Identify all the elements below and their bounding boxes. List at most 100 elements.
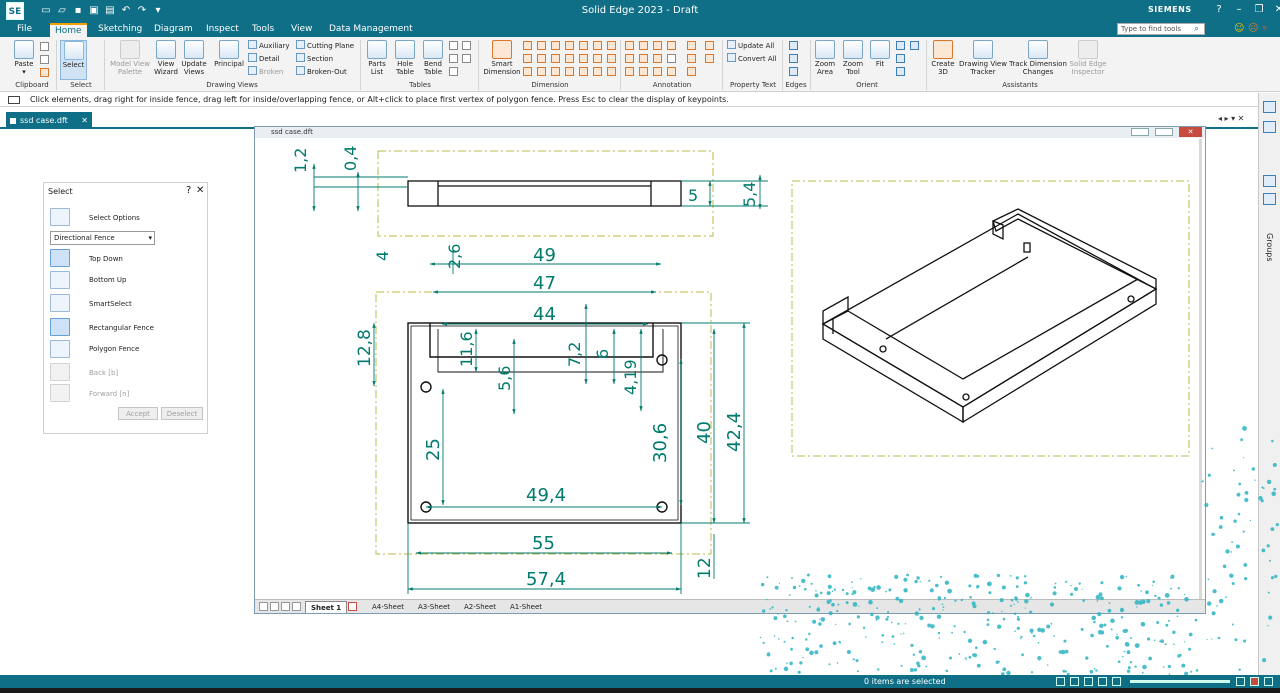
dimension-value[interactable]: 5	[688, 186, 698, 205]
back-label[interactable]: Back [b]	[89, 369, 118, 377]
table-icon[interactable]	[449, 67, 458, 76]
model-view-palette-button[interactable]: Model View Palette	[108, 40, 152, 76]
zoom-tool-button[interactable]: Zoom Tool	[840, 40, 866, 76]
dimension-tool-icon[interactable]	[565, 41, 574, 50]
dimension-value[interactable]: 11,6	[457, 331, 476, 367]
pane-icon[interactable]	[1263, 175, 1276, 187]
sheet-tab-sheet1[interactable]: Sheet 1	[305, 601, 348, 613]
solid-edge-inspector-button[interactable]: Solid Edge Inspector	[1066, 40, 1110, 76]
dimension-tool-icon[interactable]	[593, 54, 602, 63]
search-icon[interactable]: ⌕	[1194, 24, 1199, 34]
annotation-tool-icon[interactable]	[653, 41, 662, 50]
tab-data-management[interactable]: Data Management	[324, 23, 418, 37]
dimension-value[interactable]: 7,2	[565, 342, 584, 367]
annotation-tool-icon[interactable]	[639, 67, 648, 76]
paste-button[interactable]: Paste ▾	[10, 40, 38, 76]
broken-out-button[interactable]: Broken-Out	[296, 66, 347, 78]
sheet-tab-a2[interactable]: A2-Sheet	[459, 601, 501, 613]
dimension-tool-icon[interactable]	[593, 67, 602, 76]
dimension-value[interactable]: 25	[423, 438, 444, 461]
dimension-value[interactable]: 0,4	[341, 146, 360, 171]
pane-icon[interactable]	[1263, 193, 1276, 205]
dimension-tool-icon[interactable]	[579, 67, 588, 76]
table-icon[interactable]	[449, 41, 458, 50]
format-painter-icon[interactable]	[40, 68, 49, 77]
create-3d-button[interactable]: Create 3D	[929, 40, 957, 76]
annotation-tool-icon[interactable]	[625, 41, 634, 50]
annotation-tool-icon[interactable]	[687, 54, 696, 63]
dimension-value[interactable]: 5,6	[495, 366, 514, 391]
annotation-tool-icon[interactable]	[705, 54, 714, 63]
minimize-button[interactable]: –	[1232, 3, 1246, 17]
dimension-value[interactable]: 49,4	[526, 485, 566, 506]
zoom-icon[interactable]	[1070, 677, 1079, 686]
dimension-tool-icon[interactable]	[523, 41, 532, 50]
annotation-tool-icon[interactable]	[639, 41, 648, 50]
rectangular-fence-icon[interactable]	[50, 318, 70, 336]
ribbon-options-icon[interactable]: ▾	[1262, 23, 1267, 34]
doc-restore-button[interactable]	[1155, 128, 1173, 136]
sheet-view-icon[interactable]	[896, 67, 905, 76]
maximize-button[interactable]: ❐	[1252, 3, 1266, 17]
section-view-button[interactable]: Section	[296, 53, 333, 65]
doc-close-button[interactable]: ✕	[1179, 127, 1202, 137]
dimension-value[interactable]: 4,19	[621, 359, 640, 395]
track-dimension-changes-button[interactable]: Track Dimension Changes	[1009, 40, 1067, 76]
dimension-value[interactable]: 49	[533, 245, 556, 266]
tab-tools[interactable]: Tools	[247, 23, 279, 37]
polygon-fence-label[interactable]: Polygon Fence	[89, 345, 139, 353]
principal-view-button[interactable]: Principal	[212, 40, 246, 68]
dimension-tool-icon[interactable]	[537, 41, 546, 50]
isometric-view-geometry[interactable]	[821, 208, 1158, 424]
groups-tab[interactable]: Groups	[1265, 233, 1274, 262]
fit-icon[interactable]	[1084, 677, 1093, 686]
table-icon[interactable]	[462, 41, 471, 50]
bottom-up-label[interactable]: Bottom Up	[89, 276, 126, 284]
annotation-tool-icon[interactable]	[667, 67, 676, 76]
pan-icon[interactable]	[896, 41, 905, 50]
sheet-tab-a1[interactable]: A1-Sheet	[505, 601, 547, 613]
annotation-tool-icon[interactable]	[625, 54, 634, 63]
sheet-tab-a4[interactable]: A4-Sheet	[367, 601, 409, 613]
pane-icon[interactable]	[1263, 121, 1276, 133]
select-options-icon[interactable]	[50, 208, 70, 226]
new-sheet-icon[interactable]	[348, 602, 357, 611]
dimension-tool-icon[interactable]	[579, 54, 588, 63]
previous-sheet-button[interactable]	[270, 602, 279, 611]
status-icon[interactable]	[1236, 677, 1245, 686]
document-tab[interactable]: ssd case.dft ✕	[6, 112, 92, 129]
smile-feedback-icon[interactable]: ☺	[1234, 23, 1244, 34]
polygon-fence-icon[interactable]	[50, 340, 70, 358]
dimension-value[interactable]: 4	[373, 251, 392, 261]
edges-display-icon[interactable]	[789, 54, 798, 63]
dimension-tool-icon[interactable]	[551, 54, 560, 63]
close-icon[interactable]: ✕	[196, 185, 204, 196]
dimension-tool-icon[interactable]	[523, 67, 532, 76]
detail-view-button[interactable]: Detail	[248, 53, 280, 65]
dimension-tool-icon[interactable]	[565, 54, 574, 63]
dimension-value[interactable]: 44	[533, 304, 556, 325]
dimension-value[interactable]: 12,8	[355, 329, 375, 367]
dimension-tool-icon[interactable]	[565, 67, 574, 76]
sheet-tab-a3[interactable]: A3-Sheet	[413, 601, 455, 613]
dimension-value[interactable]: 6	[593, 349, 612, 359]
dimension-value[interactable]: 12	[695, 557, 715, 579]
close-tab-icon[interactable]: ✕	[81, 112, 88, 129]
first-sheet-button[interactable]	[259, 602, 268, 611]
update-views-button[interactable]: Update Views	[180, 40, 208, 76]
drawing-view-tracker-button[interactable]: Drawing View Tracker	[958, 40, 1008, 76]
accept-button[interactable]: Accept	[118, 407, 158, 420]
table-icon[interactable]	[462, 54, 471, 63]
dimension-tool-icon[interactable]	[537, 67, 546, 76]
top-down-label[interactable]: Top Down	[89, 255, 123, 263]
select-options-label[interactable]: Select Options	[89, 214, 140, 222]
command-finder-input[interactable]: Type to find tools	[1117, 23, 1205, 35]
text-tool-icon[interactable]	[667, 54, 676, 63]
update-all-button[interactable]: Update All	[727, 40, 774, 52]
smart-select-icon[interactable]	[50, 294, 70, 312]
rectangular-fence-label[interactable]: Rectangular Fence	[89, 324, 154, 332]
annotation-tool-icon[interactable]	[705, 41, 714, 50]
last-sheet-button[interactable]	[292, 602, 301, 611]
annotation-tool-icon[interactable]	[653, 67, 662, 76]
dimension-tool-icon[interactable]	[607, 41, 616, 50]
